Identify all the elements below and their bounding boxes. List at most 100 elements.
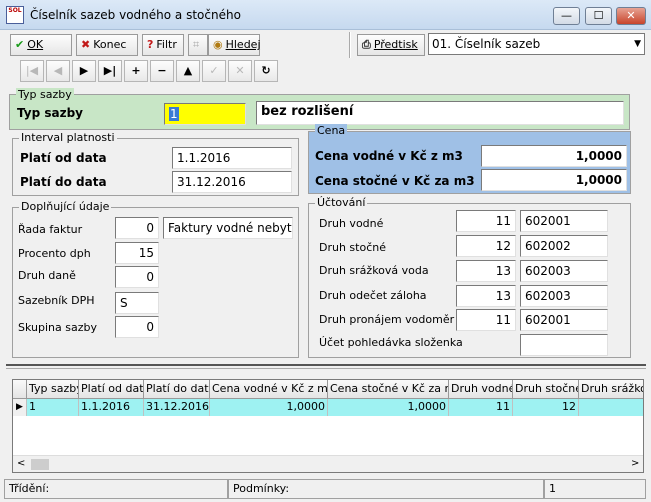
nav-first-button[interactable]: |◀	[20, 60, 44, 82]
druh-odecet-account[interactable]: 602003	[520, 285, 608, 307]
grid-cell[interactable]	[579, 399, 643, 416]
konec-button[interactable]: ✖ Konec	[76, 34, 138, 56]
binoculars-icon: ◉	[213, 38, 223, 51]
report-select[interactable]: 01. Číselník sazeb ▼	[428, 33, 645, 55]
grid-header[interactable]: Cena stočné v Kč za m3	[328, 380, 449, 399]
hledej-label: Hledej	[225, 38, 261, 51]
hledej-button[interactable]: ◉ Hledej	[208, 34, 261, 56]
druh-stocne-label: Druh stočné	[319, 241, 386, 254]
nav-insert-button[interactable]: +	[124, 60, 148, 82]
grid-header[interactable]: Druh vodné	[449, 380, 513, 399]
question-icon: ?	[147, 38, 154, 51]
filtr-label: Filtr	[156, 38, 177, 51]
grid-header[interactable]: Platí do data	[144, 380, 210, 399]
grid-header[interactable]: Platí od data	[79, 380, 144, 399]
app-icon-label: SOL	[8, 7, 22, 14]
plati-od-input[interactable]: 1.1.2016	[172, 147, 292, 169]
cena-stocne-input[interactable]: 1,0000	[481, 169, 627, 191]
druh-odecet-num[interactable]: 13	[456, 285, 516, 307]
doplnujici-group-label: Doplňující údaje	[19, 200, 112, 213]
grid-cell[interactable]: 1,0000	[328, 399, 449, 416]
nav-edit-button[interactable]: ▲	[176, 60, 200, 82]
grid-cell[interactable]: 1.1.2016	[79, 399, 144, 416]
horizontal-scrollbar[interactable]: < >	[13, 455, 643, 472]
skupina-sazby-label: Skupina sazby	[18, 321, 97, 334]
toolbar-separator	[349, 32, 351, 58]
clear-filter-button[interactable]: ⌗	[188, 34, 208, 56]
cena-vodne-label: Cena vodné v Kč z m3	[315, 149, 463, 163]
typ-sazby-code-value: 1	[169, 107, 179, 121]
rada-faktur-input[interactable]: 0	[115, 217, 159, 239]
druh-srazkova-num[interactable]: 13	[456, 260, 516, 282]
minimize-button[interactable]: —	[553, 7, 580, 25]
druh-stocne-num[interactable]: 12	[456, 235, 516, 257]
interval-group: Interval platnosti Platí od data 1.1.201…	[12, 131, 299, 196]
druh-srazkova-label: Druh srážková voda	[319, 264, 429, 277]
druh-pronajem-num[interactable]: 11	[456, 309, 516, 331]
druh-stocne-account[interactable]: 602002	[520, 235, 608, 257]
maximize-button[interactable]: ☐	[585, 7, 612, 25]
druh-vodne-num[interactable]: 11	[456, 210, 516, 232]
skupina-sazby-input[interactable]: 0	[115, 316, 159, 338]
druh-odecet-label: Druh odečet záloha	[319, 289, 427, 302]
grid-cell[interactable]: 12	[513, 399, 579, 416]
druh-vodne-account[interactable]: 602001	[520, 210, 608, 232]
status-record-count: 1	[544, 479, 646, 499]
predtisk-label: Předtisk	[373, 38, 418, 51]
nav-last-button[interactable]: ▶|	[98, 60, 122, 82]
nav-prev-button[interactable]: ◀	[46, 60, 70, 82]
scroll-left-icon[interactable]: <	[17, 458, 25, 469]
procento-dph-input[interactable]: 15	[115, 242, 159, 264]
ucet-pohledavka-input[interactable]	[520, 334, 608, 356]
nav-next-button[interactable]: ▶	[72, 60, 96, 82]
typ-sazby-group-label: Typ sazby	[16, 88, 74, 101]
druh-dane-input[interactable]: 0	[115, 266, 159, 288]
doplnujici-group: Doplňující údaje Řada faktur 0 Faktury v…	[12, 200, 299, 358]
konec-label: Konec	[93, 38, 127, 51]
window-title: Číselník sazeb vodného a stočného	[30, 8, 241, 22]
filtr-button[interactable]: ? Filtr	[142, 34, 184, 56]
nav-post-button[interactable]: ✓	[202, 60, 226, 82]
uctovani-group-label: Účtování	[315, 196, 368, 209]
scroll-thumb[interactable]	[31, 459, 49, 470]
report-select-value: 01. Číselník sazeb	[432, 37, 541, 51]
close-button[interactable]: ✕	[616, 7, 646, 25]
nav-refresh-button[interactable]: ↻	[254, 60, 278, 82]
grid-cell[interactable]: 1,0000	[210, 399, 328, 416]
druh-pronajem-account[interactable]: 602001	[520, 309, 608, 331]
app-icon: SOL	[6, 6, 24, 24]
druh-srazkova-account[interactable]: 602003	[520, 260, 608, 282]
splitter[interactable]	[6, 364, 646, 369]
typ-sazby-label: Typ sazby	[17, 106, 83, 120]
ok-button[interactable]: ✔ OK	[10, 34, 72, 56]
typ-sazby-name-input[interactable]: bez rozlišení	[256, 101, 624, 125]
grid-cell[interactable]: 1	[27, 399, 79, 416]
rada-faktur-name: Faktury vodné nebyty	[163, 217, 293, 239]
cena-group-label: Cena	[315, 124, 348, 137]
druh-pronajem-label: Druh pronájem vodoměr	[319, 313, 455, 326]
typ-sazby-code-input[interactable]: 1	[164, 103, 246, 125]
grid-header[interactable]: Typ sazby	[27, 380, 79, 399]
grid-header[interactable]: Druh srážkov	[579, 380, 643, 399]
druh-vodne-label: Druh vodné	[319, 217, 384, 230]
nav-cancel-button[interactable]: ✕	[228, 60, 252, 82]
predtisk-button[interactable]: ⎙ Předtisk	[357, 34, 425, 56]
sazebnik-dph-label: Sazebník DPH	[18, 294, 95, 307]
grid-header[interactable]: Druh stočné	[513, 380, 579, 399]
sazebnik-dph-input[interactable]: S	[115, 292, 159, 314]
nav-delete-button[interactable]: −	[150, 60, 174, 82]
procento-dph-label: Procento dph	[18, 247, 91, 260]
data-grid: Typ sazby Platí od data Platí do data Ce…	[12, 379, 644, 473]
ok-label: OK	[27, 38, 44, 51]
status-podminky: Podmínky:	[228, 479, 544, 499]
grid-header[interactable]: Cena vodné v Kč z m3	[210, 380, 328, 399]
grid-cell[interactable]: 31.12.2016	[144, 399, 210, 416]
scroll-right-icon[interactable]: >	[631, 458, 639, 469]
plati-do-input[interactable]: 31.12.2016	[172, 171, 292, 193]
checkmark-icon: ✔	[15, 38, 25, 51]
grid-cell[interactable]: 11	[449, 399, 513, 416]
cena-vodne-input[interactable]: 1,0000	[481, 145, 627, 167]
close-x-icon: ✖	[81, 38, 91, 51]
interval-group-label: Interval platnosti	[19, 131, 117, 144]
druh-dane-label: Druh daně	[18, 269, 76, 282]
